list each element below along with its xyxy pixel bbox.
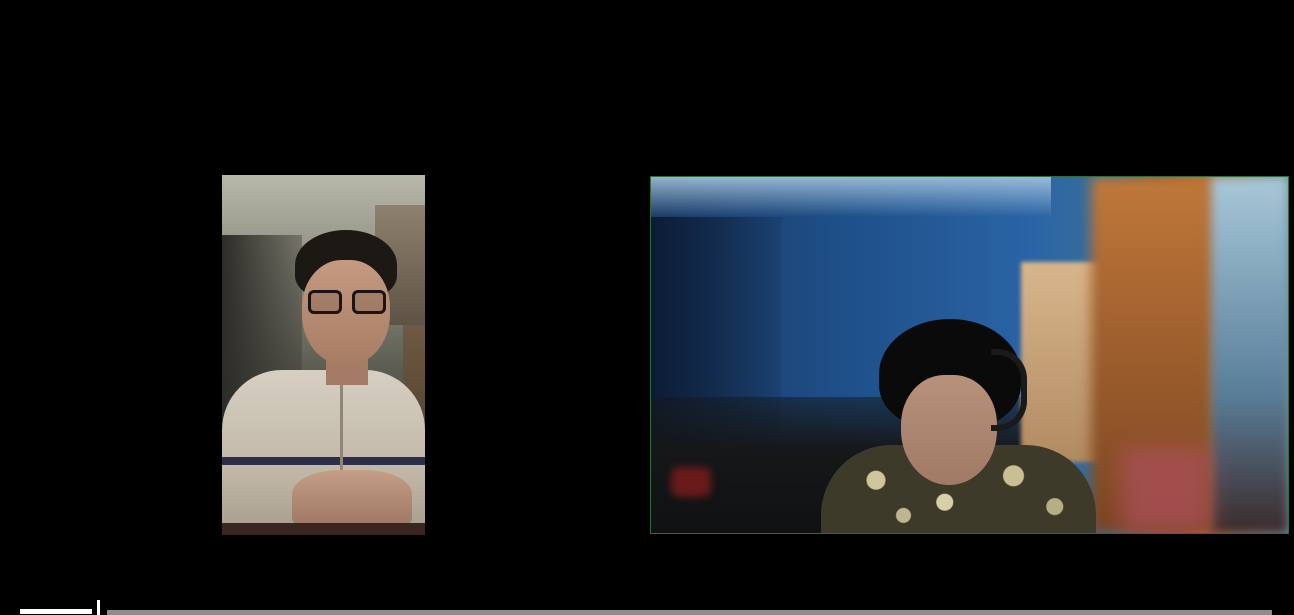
table-edge (222, 523, 425, 535)
participant-video-tile-left[interactable] (222, 175, 425, 535)
progress-track[interactable] (107, 610, 1272, 615)
participant-face (901, 375, 997, 485)
jacket-zipper (340, 370, 343, 480)
background-cabinet (1021, 262, 1101, 462)
participant-hands (292, 470, 412, 530)
participant-video-tile-right-active-speaker[interactable] (650, 176, 1289, 534)
video-call-stage (0, 0, 1294, 615)
background-object (671, 467, 711, 497)
progress-played[interactable] (20, 609, 92, 614)
background-window (1211, 177, 1288, 533)
glasses-lens-right (352, 290, 386, 314)
glasses-lens-left (308, 290, 342, 314)
participant-glasses (306, 290, 388, 316)
ceiling-light (651, 177, 1051, 217)
progress-scrub-handle[interactable] (97, 600, 100, 615)
jacket-stripe (222, 457, 425, 465)
background-object (1121, 447, 1211, 533)
